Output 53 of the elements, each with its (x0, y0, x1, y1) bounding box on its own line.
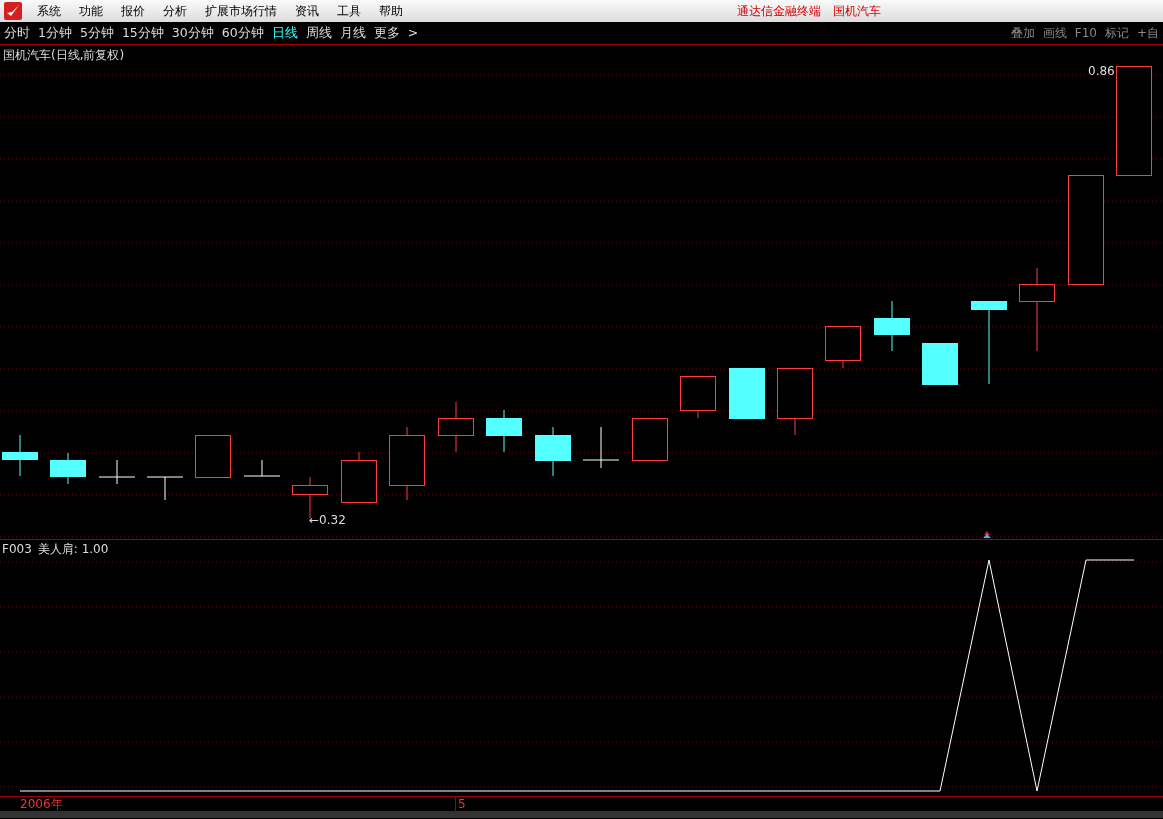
candle (2, 434, 38, 477)
date-label: 2006年 (19, 797, 64, 811)
candle (632, 417, 668, 461)
menu-item[interactable]: 报价 (112, 0, 154, 22)
candle (825, 325, 861, 369)
candle (922, 342, 958, 385)
menu-item[interactable]: 扩展市场行情 (196, 0, 286, 22)
toolbar-button[interactable]: 叠加 (1006, 22, 1039, 44)
more-arrow[interactable]: > (403, 22, 423, 44)
chart-title: 国机汽车(日线,前复权) (3, 48, 125, 62)
period-tab[interactable]: 60分钟 (217, 22, 268, 44)
app-title: 通达信金融终端 (736, 3, 822, 20)
period-tab[interactable]: 周线 (301, 22, 336, 44)
indicator-name: F003 (2, 542, 32, 556)
price-label: ←0.32 (309, 513, 346, 527)
menu-item[interactable]: 功能 (70, 0, 112, 22)
indicator-value: 美人肩: 1.00 (37, 542, 109, 556)
candle (874, 300, 910, 352)
menu-item[interactable]: 分析 (154, 0, 196, 22)
period-tab[interactable]: 更多 (369, 22, 404, 44)
toolbar-button[interactable]: F10 (1070, 22, 1101, 44)
menu-item[interactable]: 帮助 (370, 0, 412, 22)
date-label: 5 (455, 797, 466, 811)
candle (50, 452, 86, 485)
candle (582, 426, 620, 469)
period-tab[interactable]: 月线 (335, 22, 370, 44)
stock-title: 国机汽车 (832, 3, 882, 20)
candle (438, 401, 474, 453)
signal-marker-icon (983, 531, 991, 538)
menu-item[interactable]: 工具 (328, 0, 370, 22)
candle (341, 451, 377, 503)
candle (680, 375, 716, 419)
toolbar-button[interactable]: +自 (1132, 22, 1163, 44)
price-label: 0.86 (1088, 64, 1115, 78)
period-tab[interactable]: 30分钟 (167, 22, 218, 44)
period-tab[interactable]: 15分钟 (117, 22, 168, 44)
toolbar-button[interactable]: 标记 (1100, 22, 1133, 44)
menu-item[interactable]: 资讯 (286, 0, 328, 22)
candle (535, 426, 571, 477)
period-tab[interactable]: 日线 (267, 22, 302, 44)
menu-item[interactable]: 系统 (28, 0, 70, 22)
candle (729, 367, 765, 419)
period-tab[interactable]: 5分钟 (75, 22, 118, 44)
candle (98, 459, 136, 485)
period-tab[interactable]: 1分钟 (34, 22, 76, 44)
app-logo-icon (4, 2, 22, 20)
candle (777, 367, 813, 436)
candle (243, 459, 281, 477)
candle (486, 409, 522, 453)
period-tab[interactable]: 分时 (0, 22, 34, 44)
candle (195, 434, 231, 478)
toolbar-button[interactable]: 画线 (1038, 22, 1071, 44)
candle (146, 476, 184, 501)
